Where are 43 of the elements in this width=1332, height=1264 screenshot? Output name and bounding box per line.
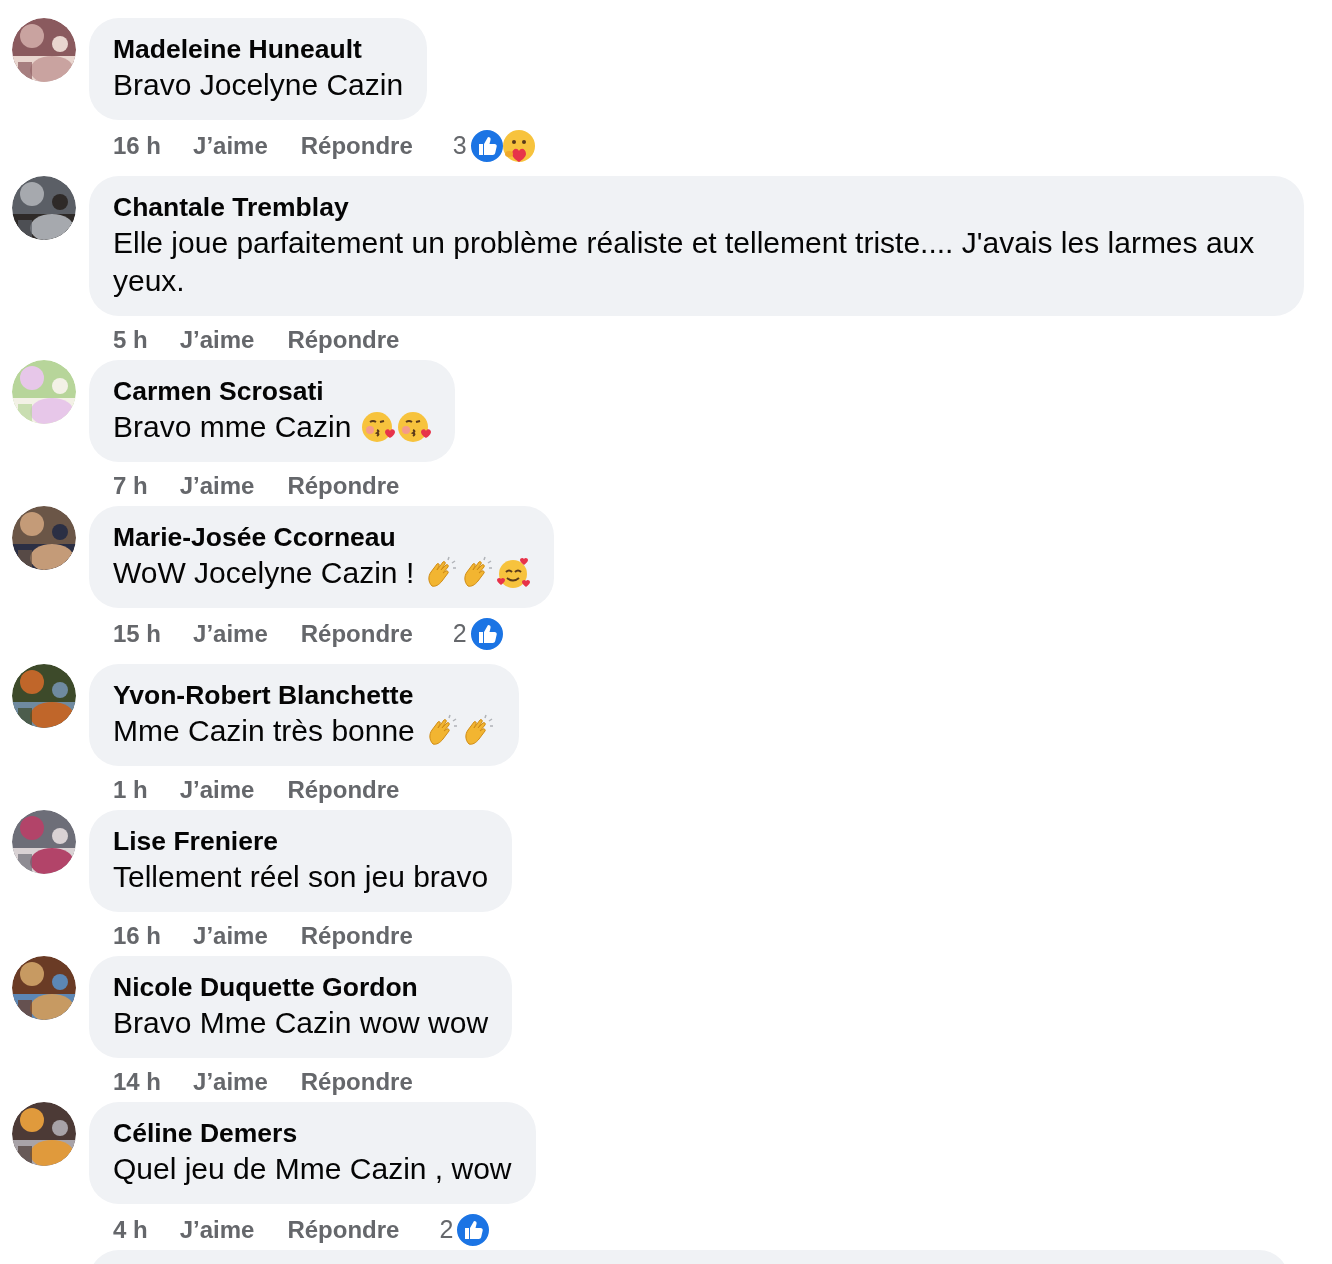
like-link[interactable]: J’aime: [193, 918, 268, 954]
reply-link[interactable]: Répondre: [300, 1064, 413, 1100]
like-link[interactable]: J’aime: [179, 1212, 255, 1248]
reply-link[interactable]: Répondre: [287, 468, 400, 504]
like-link[interactable]: J’aime: [179, 322, 255, 358]
comment-text: Mme Cazin très bonne: [113, 713, 415, 749]
comment-author[interactable]: Madeleine Huneault: [113, 32, 404, 66]
comment-author[interactable]: Yvon-Robert Blanchette: [113, 678, 495, 712]
comment-time[interactable]: 1 h: [113, 772, 148, 808]
comment-text: Bravo Mme Cazin wow wow: [113, 1005, 489, 1041]
like-link[interactable]: J’aime: [179, 772, 255, 808]
comment-author[interactable]: Céline Demers: [113, 1116, 512, 1150]
comment-time[interactable]: 7 h: [113, 468, 148, 504]
like-link[interactable]: J’aime: [193, 128, 268, 164]
comment-time[interactable]: 16 h: [113, 918, 162, 954]
comment-text: Quel jeu de Mme Cazin , wow: [113, 1151, 512, 1187]
comment-time[interactable]: 14 h: [113, 1064, 162, 1100]
reaction-count[interactable]: 3: [452, 127, 467, 165]
comment-time[interactable]: 4 h: [113, 1212, 148, 1248]
comment-author[interactable]: Chantale Tremblay: [113, 190, 1280, 224]
reaction-count[interactable]: 2: [452, 615, 467, 653]
comment-text: WoW Jocelyne Cazin !: [113, 555, 415, 591]
like-link[interactable]: J’aime: [179, 468, 255, 504]
like-link[interactable]: J’aime: [193, 1064, 268, 1100]
reaction-count[interactable]: 2: [439, 1211, 454, 1249]
reply-link[interactable]: Répondre: [300, 128, 413, 164]
comment-author[interactable]: Marie-Josée Ccorneau: [113, 520, 531, 554]
reply-link[interactable]: Répondre: [287, 772, 400, 808]
comment-time[interactable]: 5 h: [113, 322, 148, 358]
reply-link[interactable]: Répondre: [287, 1212, 400, 1248]
comment-time[interactable]: 15 h: [113, 616, 162, 652]
like-link[interactable]: J’aime: [193, 616, 268, 652]
comment-text: Tellement réel son jeu bravo: [113, 859, 489, 895]
reply-link[interactable]: Répondre: [287, 322, 400, 358]
comment-author[interactable]: Lise Freniere: [113, 824, 489, 858]
comment-text: Elle joue parfaitement un problème réaliste et tellement triste.... J'avais les larmes aux yeux.: [113, 225, 1256, 299]
comment-text: Bravo Jocelyne Cazin: [113, 67, 404, 103]
comment-text: Bravo mme Cazin: [113, 409, 352, 445]
reply-link[interactable]: Répondre: [300, 918, 413, 954]
comment-author[interactable]: Carmen Scrosati: [113, 374, 432, 408]
comment-author[interactable]: Nicole Duquette Gordon: [113, 970, 489, 1004]
reply-link[interactable]: Répondre: [300, 616, 413, 652]
comment-time[interactable]: 16 h: [113, 128, 162, 164]
